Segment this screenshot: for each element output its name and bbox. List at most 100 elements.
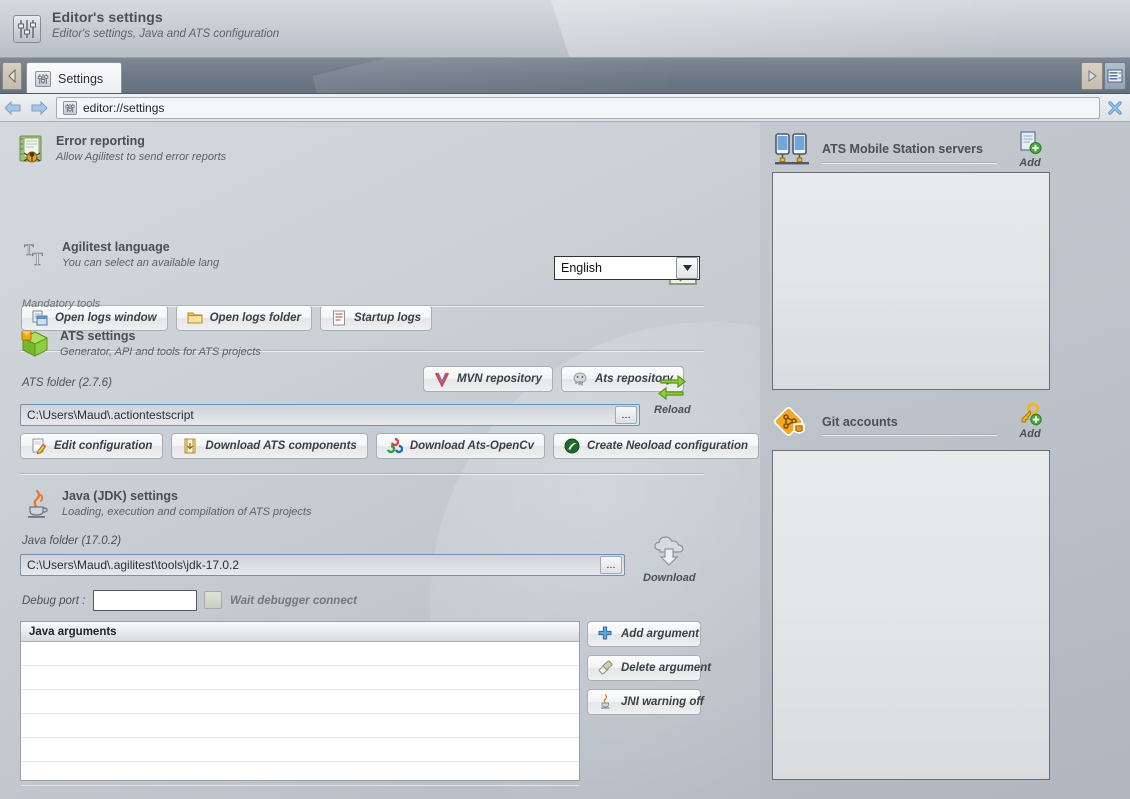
arrow-right-icon xyxy=(31,100,48,115)
add-git-account-button[interactable]: Add xyxy=(1018,402,1042,440)
edit-pencil-icon xyxy=(31,438,47,455)
error-reporting-title: Error reporting xyxy=(56,134,145,148)
tab-settings[interactable]: Settings xyxy=(26,62,122,93)
package-download-icon xyxy=(182,438,198,454)
error-reporting-subtitle: Allow Agilitest to send error reports xyxy=(56,151,227,163)
url-text: editor://settings xyxy=(83,100,165,115)
settings-right-pane: ATS Mobile Station servers Add Git accou… xyxy=(760,122,1130,799)
tabstrip-right-buttons xyxy=(1081,62,1126,90)
elephant-icon xyxy=(572,371,588,387)
maven-icon xyxy=(434,371,450,388)
table-row[interactable] xyxy=(21,738,579,762)
ats-folder-value: C:\Users\Maud\.actiontestscript xyxy=(27,408,194,422)
sliders-icon xyxy=(35,70,51,87)
language-select[interactable]: English xyxy=(554,256,700,280)
back-button[interactable] xyxy=(0,95,26,121)
layout-list-icon xyxy=(1107,69,1123,83)
java-folder-browse-button[interactable]: ... xyxy=(600,556,622,574)
tab-nav-prev-button[interactable] xyxy=(2,62,22,90)
mobile-servers-underline xyxy=(822,162,997,163)
forward-button[interactable] xyxy=(26,95,52,121)
play-button[interactable] xyxy=(1081,62,1103,90)
neoload-icon xyxy=(564,438,580,454)
mobile-servers-title: ATS Mobile Station servers xyxy=(822,142,983,156)
sliders-icon xyxy=(63,100,77,115)
java-folder-value: C:\Users\Maud\.agilitest\tools\jdk-17.0.… xyxy=(27,558,240,572)
folder-icon xyxy=(187,310,203,326)
ats-action-buttons: Edit configuration Download ATS componen… xyxy=(20,433,760,459)
add-git-account-label: Add xyxy=(1019,428,1041,440)
chevron-left-icon xyxy=(7,69,15,83)
language-text: Agilitest language You can select an ava… xyxy=(62,240,219,270)
arrow-left-icon xyxy=(4,100,21,115)
ats-folder-browse-button[interactable]: ... xyxy=(615,406,637,424)
url-input[interactable]: editor://settings xyxy=(56,96,1100,119)
add-mobile-server-label: Add xyxy=(1019,157,1041,169)
page-title-block: Editor's settings Editor's settings, Jav… xyxy=(52,9,279,40)
windows-logs-icon xyxy=(32,310,48,326)
close-x-icon xyxy=(1108,100,1122,115)
language-title: Agilitest language xyxy=(62,240,170,254)
java-argument-buttons: Add argument Delete argument JNI warning… xyxy=(587,621,711,715)
tabstrip-sheen xyxy=(312,58,968,93)
open-logs-folder-button[interactable]: Open logs folder xyxy=(175,305,312,331)
download-ats-opencv-button[interactable]: Download Ats-OpenCv xyxy=(375,433,545,459)
table-row[interactable] xyxy=(21,666,579,690)
java-settings-title: Java (JDK) settings xyxy=(62,489,179,503)
settings-left-pane: Error reporting Allow Agilitest to send … xyxy=(0,122,760,799)
ats-reload-label: Reload xyxy=(654,404,691,416)
jni-warning-off-button[interactable]: JNI warning off xyxy=(587,689,704,715)
java-arguments-header: Java arguments xyxy=(21,622,579,642)
mandatory-tools-divider xyxy=(104,305,704,306)
wait-debugger-checkbox[interactable] xyxy=(204,591,222,609)
mvn-repository-button[interactable]: MVN repository xyxy=(423,366,553,392)
table-row[interactable] xyxy=(21,714,579,738)
git-accounts-list[interactable] xyxy=(772,450,1050,780)
cloud-download-icon xyxy=(654,536,684,566)
svg-text:T: T xyxy=(32,249,43,269)
ats-repo-buttons: MVN repository Ats repository xyxy=(423,366,684,392)
add-argument-button[interactable]: Add argument xyxy=(587,621,701,647)
java-folder-input[interactable]: C:\Users\Maud\.agilitest\tools\jdk-17.0.… xyxy=(20,554,625,576)
startup-logs-button[interactable]: Startup logs xyxy=(319,305,433,331)
ats-folder-input[interactable]: C:\Users\Maud\.actiontestscript ... xyxy=(20,404,640,426)
bug-report-icon xyxy=(16,134,46,164)
add-argument-label: Add argument xyxy=(621,628,699,640)
close-button[interactable] xyxy=(1100,95,1130,121)
java-arguments-table[interactable]: Java arguments xyxy=(20,621,580,786)
tab-strip: Settings xyxy=(0,58,1130,94)
green-cube-icon xyxy=(20,329,50,359)
panel-header-mobile-servers: ATS Mobile Station servers xyxy=(774,132,983,166)
ats-settings-text: ATS settings Generator, API and tools fo… xyxy=(60,329,261,359)
java-settings-subtitle: Loading, execution and compilation of AT… xyxy=(62,506,312,518)
edit-configuration-button[interactable]: Edit configuration xyxy=(20,433,164,459)
ats-settings-title: ATS settings xyxy=(60,329,136,343)
create-neoload-configuration-button[interactable]: Create Neoload configuration xyxy=(552,433,760,459)
java-cup-icon xyxy=(22,489,52,519)
add-mobile-server-button[interactable]: Add xyxy=(1018,131,1042,169)
language-selected-value: English xyxy=(561,261,602,275)
titlebar-sheen xyxy=(540,0,1130,57)
translate-tt-icon: T T xyxy=(22,240,52,270)
chevron-down-icon[interactable] xyxy=(676,257,698,279)
ats-reload-button[interactable]: Reload xyxy=(654,370,691,416)
ats-folder-label: ATS folder (2.7.6) xyxy=(22,377,112,389)
table-row[interactable] xyxy=(21,642,579,666)
add-key-icon xyxy=(1021,402,1042,426)
document-lines-icon xyxy=(331,310,347,326)
layout-button[interactable] xyxy=(1104,62,1126,90)
debug-port-input[interactable] xyxy=(93,590,197,611)
delete-argument-label: Delete argument xyxy=(621,662,712,674)
table-row[interactable] xyxy=(21,690,579,714)
play-icon xyxy=(1088,70,1097,82)
java-download-button[interactable]: Download xyxy=(643,532,696,584)
ats-settings-subtitle: Generator, API and tools for ATS project… xyxy=(60,346,261,358)
delete-argument-button[interactable]: Delete argument xyxy=(587,655,711,681)
page-subtitle: Editor's settings, Java and ATS configur… xyxy=(52,28,280,40)
java-folder-label: Java folder (17.0.2) xyxy=(22,535,122,547)
mobile-servers-list[interactable] xyxy=(772,172,1050,390)
table-row[interactable] xyxy=(21,762,579,786)
download-ats-components-button[interactable]: Download ATS components xyxy=(171,433,368,459)
sliders-icon xyxy=(13,15,41,43)
git-accounts-underline xyxy=(822,434,997,435)
